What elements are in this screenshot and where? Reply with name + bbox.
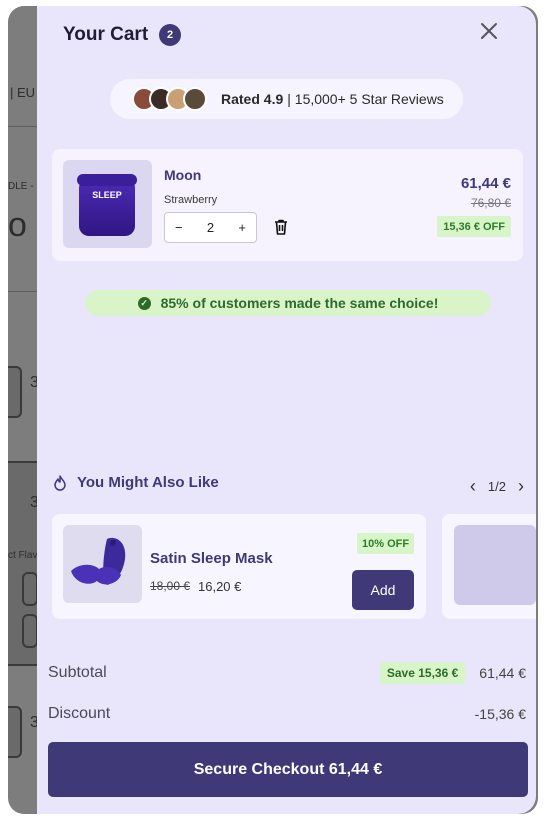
- upsell-price: 16,20 €: [198, 579, 242, 594]
- jar-label: SLEEP: [92, 190, 122, 200]
- social-proof-text: 85% of customers made the same choice!: [160, 295, 439, 311]
- chevron-left-icon[interactable]: ‹: [470, 476, 476, 497]
- upsell-card: Satin Sleep Mask 18,00 € 16,20 € 10% OFF…: [52, 514, 426, 619]
- discount-row: Discount -15,36 €: [48, 705, 526, 723]
- background-text: o: [8, 206, 27, 244]
- flame-icon: [54, 474, 66, 491]
- background-box: [8, 706, 22, 758]
- discount-badge: 15,36 € OFF: [437, 216, 511, 237]
- line-compare-price: 76,80 €: [470, 196, 511, 210]
- background-box: [22, 572, 38, 606]
- jar-graphic: [79, 178, 135, 236]
- reviewer-avatars: [132, 87, 207, 111]
- decrease-quantity-button[interactable]: −: [175, 220, 183, 235]
- upsell-page-indicator: 1/2: [487, 479, 506, 494]
- discount-value: -15,36 €: [474, 706, 526, 722]
- product-variant: Strawberry: [164, 194, 218, 206]
- upsell-product-image: [63, 525, 142, 603]
- social-proof-banner: ✓ 85% of customers made the same choice!: [85, 290, 491, 316]
- cart-count-badge: 2: [159, 24, 181, 46]
- sleep-mask-image: [71, 537, 126, 585]
- remove-item-button[interactable]: [274, 219, 288, 240]
- rating-score: Rated 4.9: [221, 91, 284, 107]
- increase-quantity-button[interactable]: +: [238, 220, 246, 235]
- upsell-product-name[interactable]: Satin Sleep Mask: [150, 550, 273, 567]
- close-button[interactable]: [478, 20, 500, 42]
- background-text: | EU: [10, 85, 36, 100]
- trash-icon: [275, 219, 287, 235]
- upsell-next-product-image: [454, 525, 536, 605]
- upsell-pager: ‹ 1/2 ›: [470, 476, 524, 497]
- subtotal-value: 61,44 €: [479, 665, 526, 681]
- upsell-title: You Might Also Like: [77, 474, 219, 491]
- add-upsell-button[interactable]: Add: [352, 570, 414, 610]
- line-price: 61,44 €: [460, 175, 511, 192]
- savings-badge: Save 15,36 €: [379, 662, 466, 684]
- background-text: DLE -: [8, 181, 34, 192]
- subtotal-label: Subtotal: [48, 664, 107, 681]
- upsell-discount-badge: 10% OFF: [357, 533, 415, 554]
- checkout-button[interactable]: Secure Checkout 61,44 €: [48, 742, 528, 797]
- quantity-value[interactable]: 2: [207, 220, 214, 235]
- background-divider: [8, 126, 38, 127]
- upsell-heading: You Might Also Like: [53, 474, 219, 491]
- background-divider: [8, 291, 38, 292]
- cart-title: Your Cart: [63, 24, 149, 45]
- quantity-stepper: − 2 +: [164, 212, 257, 243]
- product-name[interactable]: Moon: [164, 167, 201, 183]
- subtotal-row: Subtotal Save 15,36 € 61,44 €: [48, 662, 526, 684]
- check-circle-icon: ✓: [137, 296, 151, 310]
- close-icon: [481, 23, 497, 39]
- chevron-right-icon[interactable]: ›: [518, 476, 524, 497]
- rating-count: | 15,000+ 5 Star Reviews: [287, 91, 444, 107]
- jar-lid-graphic: [77, 174, 137, 186]
- product-image: SLEEP: [63, 160, 152, 248]
- cart-drawer: Your Cart 2 Rated 4.9 | 15,000+ 5 Star R…: [37, 6, 536, 814]
- upsell-compare-price: 18,00 €: [150, 579, 191, 593]
- upsell-card-next[interactable]: [442, 514, 536, 619]
- background-box: [22, 614, 38, 648]
- background-text: ct Flav: [8, 550, 38, 561]
- discount-label: Discount: [48, 705, 111, 722]
- cart-line-item: SLEEP Moon Strawberry − 2 + 61,44 € 76,8…: [52, 149, 523, 261]
- avatar: [183, 87, 207, 111]
- rating-banner: Rated 4.9 | 15,000+ 5 Star Reviews: [110, 79, 463, 119]
- background-box: [8, 366, 22, 418]
